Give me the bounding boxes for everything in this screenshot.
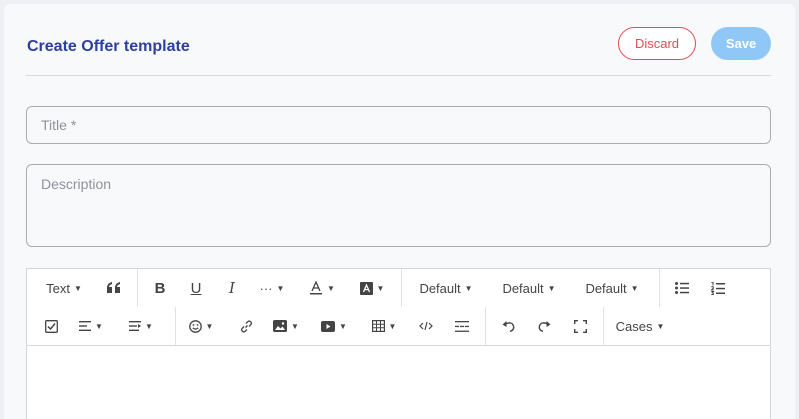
bullet-list-button[interactable] xyxy=(671,275,693,301)
more-icon: ··· xyxy=(259,280,273,296)
smiley-icon xyxy=(188,319,202,333)
chevron-down-icon: ▼ xyxy=(327,283,335,293)
font-color-dropdown[interactable]: ▼ xyxy=(305,275,339,301)
chevron-down-icon: ▼ xyxy=(276,283,285,293)
fullscreen-button[interactable] xyxy=(569,313,591,339)
image-icon xyxy=(273,320,288,332)
more-formats-dropdown[interactable]: ··· ▼ xyxy=(255,275,289,301)
cases-label: Cases xyxy=(615,318,653,334)
background-color-dropdown[interactable]: ▼ xyxy=(355,275,389,301)
code-icon xyxy=(419,321,433,331)
link-button[interactable] xyxy=(235,313,257,339)
chevron-down-icon: ▼ xyxy=(95,321,103,331)
redo-icon xyxy=(538,320,551,332)
underline-icon: U xyxy=(190,279,202,297)
title-input[interactable] xyxy=(26,106,771,144)
bullet-list-icon xyxy=(675,282,689,294)
quote-icon xyxy=(107,282,121,294)
cases-dropdown[interactable]: Cases ▼ xyxy=(615,313,665,339)
blockquote-button[interactable] xyxy=(103,275,125,301)
discard-button[interactable]: Discard xyxy=(618,27,696,60)
line-height-dropdown[interactable]: Default ▼ xyxy=(581,275,643,301)
font-family-dropdown[interactable]: Default ▼ xyxy=(415,275,477,301)
editor-content-area[interactable] xyxy=(27,346,770,419)
redo-button[interactable] xyxy=(533,313,555,339)
toolbar-separator xyxy=(603,307,604,345)
indent-dropdown[interactable]: ▼ xyxy=(127,313,155,339)
fullscreen-icon xyxy=(573,319,587,333)
line-height-label: Default xyxy=(585,280,627,296)
toolbar-separator xyxy=(485,307,486,345)
chevron-down-icon: ▼ xyxy=(205,321,214,331)
header-divider xyxy=(26,75,771,76)
code-button[interactable] xyxy=(415,313,437,339)
toolbar-separator xyxy=(137,269,138,307)
checkbox-icon xyxy=(44,319,58,333)
numbered-list-icon xyxy=(711,281,725,295)
align-left-icon xyxy=(79,321,92,331)
rich-text-editor: Text ▼ B U I ··· ▼ ▼ ▼ Default ▼ Default… xyxy=(26,268,771,419)
chevron-down-icon: ▼ xyxy=(656,321,665,331)
undo-button[interactable] xyxy=(497,313,519,339)
table-icon xyxy=(371,320,385,332)
chevron-down-icon: ▼ xyxy=(547,283,556,293)
task-list-button[interactable] xyxy=(41,313,61,339)
save-button[interactable]: Save xyxy=(711,27,771,60)
link-icon xyxy=(240,319,253,333)
text-style-label: Text xyxy=(46,280,70,296)
emoji-dropdown[interactable]: ▼ xyxy=(187,313,215,339)
italic-button[interactable]: I xyxy=(221,275,243,301)
horizontal-rule-button[interactable] xyxy=(451,313,473,339)
description-input[interactable] xyxy=(26,164,771,247)
indent-icon xyxy=(129,321,142,331)
toolbar-separator xyxy=(401,269,402,307)
chevron-down-icon: ▼ xyxy=(339,321,347,331)
chevron-down-icon: ▼ xyxy=(630,283,639,293)
chevron-down-icon: ▼ xyxy=(388,321,397,331)
page-title: Create Offer template xyxy=(27,38,190,55)
highlight-icon xyxy=(359,281,373,295)
editor-toolbar: Text ▼ B U I ··· ▼ ▼ ▼ Default ▼ Default… xyxy=(27,269,770,346)
chevron-down-icon: ▼ xyxy=(464,283,473,293)
video-icon xyxy=(321,320,336,332)
chevron-down-icon: ▼ xyxy=(73,283,82,293)
text-style-dropdown[interactable]: Text ▼ xyxy=(39,275,89,301)
create-offer-panel: Create Offer template Discard Save Text▼… xyxy=(4,4,795,419)
font-size-label: Default xyxy=(502,280,544,296)
text-align-dropdown[interactable]: ▼ xyxy=(77,313,105,339)
undo-icon xyxy=(502,320,515,332)
table-dropdown[interactable]: ▼ xyxy=(369,313,399,339)
numbered-list-button[interactable] xyxy=(707,275,729,301)
bold-icon: B xyxy=(154,279,166,297)
toolbar-row-1: Text ▼ B U I ··· ▼ ▼ ▼ Default ▼ Default… xyxy=(27,269,770,307)
font-color-icon xyxy=(309,281,323,295)
video-dropdown[interactable]: ▼ xyxy=(319,313,349,339)
toolbar-separator xyxy=(175,307,176,345)
italic-icon: I xyxy=(229,279,235,297)
underline-button[interactable]: U xyxy=(185,275,207,301)
chevron-down-icon: ▼ xyxy=(376,283,385,293)
chevron-down-icon: ▼ xyxy=(291,321,299,331)
font-size-dropdown[interactable]: Default ▼ xyxy=(498,275,560,301)
bold-button[interactable]: B xyxy=(149,275,171,301)
horizontal-rule-icon xyxy=(455,320,469,332)
toolbar-separator xyxy=(659,269,660,307)
chevron-down-icon: ▼ xyxy=(145,321,153,331)
image-dropdown[interactable]: ▼ xyxy=(271,313,301,339)
toolbar-row-2: ▼ ▼ ▼ ▼ ▼ ▼ Cases ▼ xyxy=(27,307,770,345)
font-family-label: Default xyxy=(419,280,461,296)
